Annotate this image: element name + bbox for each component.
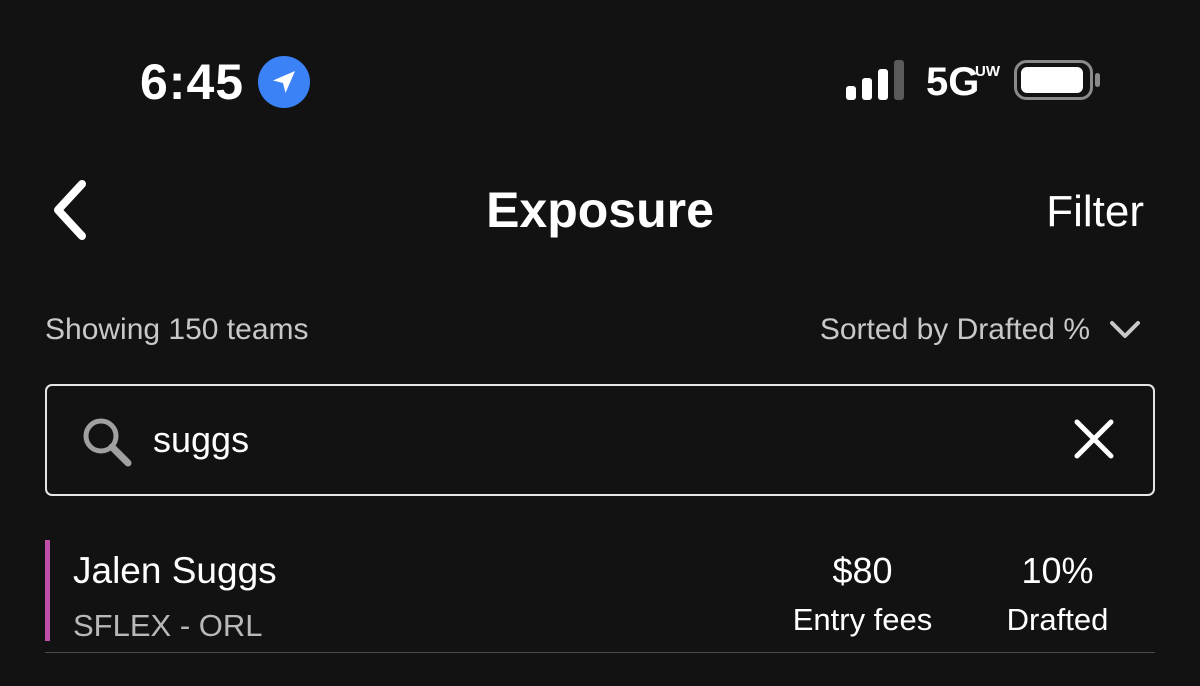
drafted-value: 10% — [1021, 550, 1094, 591]
player-position-team: SFLEX - ORL — [73, 608, 263, 643]
sort-label: Sorted by Drafted % — [819, 313, 1090, 346]
search-box — [45, 384, 1155, 496]
entry-fees-label: Entry fees — [792, 602, 933, 637]
entry-fees-value: $80 — [832, 550, 893, 591]
player-row[interactable]: Jalen Suggs SFLEX - ORL $80 Entry fees 1… — [45, 540, 1155, 653]
search-input[interactable] — [153, 410, 1033, 470]
entry-fees-stat: $80 Entry fees — [775, 548, 950, 640]
status-bar: 6:45 5G UW — [0, 0, 1200, 150]
clear-search-button[interactable] — [1071, 416, 1117, 462]
chevron-left-icon — [54, 180, 86, 240]
search-icon — [83, 418, 132, 467]
network-sub-label: UW — [975, 63, 1000, 80]
chevron-down-icon — [1110, 321, 1140, 338]
drafted-label: Drafted — [1006, 602, 1109, 637]
player-name: Jalen Suggs — [73, 550, 277, 591]
teams-count-text: Showing 150 teams — [45, 313, 309, 346]
network-label: 5G — [926, 60, 980, 104]
location-arrow-icon — [258, 56, 310, 108]
back-button[interactable] — [44, 176, 104, 246]
battery-icon — [1014, 60, 1100, 100]
drafted-stat: 10% Drafted — [995, 548, 1120, 640]
close-icon — [1074, 419, 1114, 459]
status-time: 6:45 — [140, 54, 245, 110]
cellular-signal-icon — [846, 60, 904, 100]
sort-dropdown[interactable]: Sorted by Drafted % — [820, 310, 1142, 350]
filter-button[interactable]: Filter — [1046, 184, 1144, 240]
position-accent-bar — [45, 540, 50, 641]
page-title: Exposure — [486, 182, 714, 238]
